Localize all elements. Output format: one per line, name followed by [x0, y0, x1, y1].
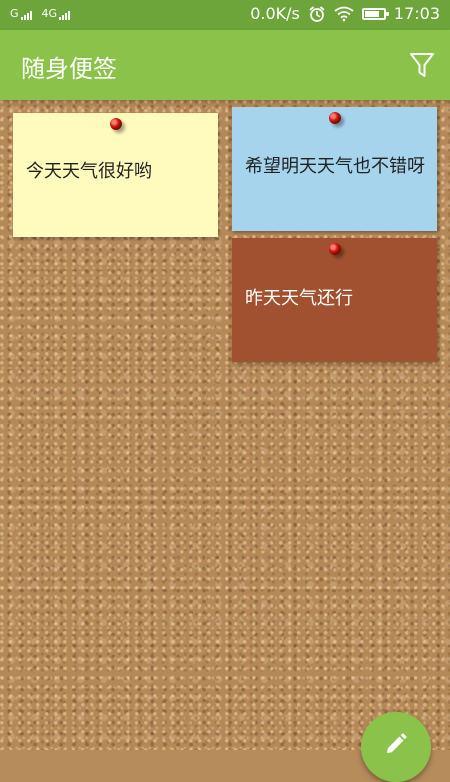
pushpin-icon [329, 243, 341, 255]
network-speed: 0.0K/s [250, 4, 300, 23]
note-text: 昨天天气还行 [245, 288, 353, 309]
pushpin-icon [110, 118, 122, 130]
signal-bars-icon [20, 11, 32, 20]
clock: 17:03 [393, 4, 440, 23]
alarm-icon [309, 6, 325, 22]
status-right: 0.0K/s 17:03 [250, 4, 440, 23]
signal-bars-icon [59, 11, 71, 20]
filter-icon [410, 53, 434, 77]
signal-indicators: G 4G [10, 7, 71, 20]
note-text: 希望明天天气也不错呀 [245, 156, 425, 177]
note-text: 今天天气很好哟 [26, 161, 152, 182]
page-title: 随身便签 [21, 55, 117, 83]
status-bar: G 4G 0.0K/s 17:03 [0, 0, 450, 30]
sticky-note[interactable]: 希望明天天气也不错呀 [232, 107, 437, 231]
signal-2: 4G [42, 7, 71, 20]
sticky-note[interactable]: 昨天天气还行 [232, 238, 437, 362]
pushpin-icon [329, 112, 341, 124]
battery-fill [364, 10, 379, 17]
new-note-button[interactable] [361, 712, 431, 782]
pencil-icon [387, 733, 407, 753]
filter-button[interactable] [408, 50, 436, 80]
sticky-note[interactable]: 今天天气很好哟 [13, 113, 218, 237]
network-type-1: G [10, 7, 19, 20]
network-type-2: 4G [41, 7, 58, 20]
battery-icon [361, 7, 389, 20]
wifi-icon [334, 6, 354, 21]
app-bar: 随身便签 [0, 30, 450, 100]
signal-1: G [10, 7, 32, 20]
